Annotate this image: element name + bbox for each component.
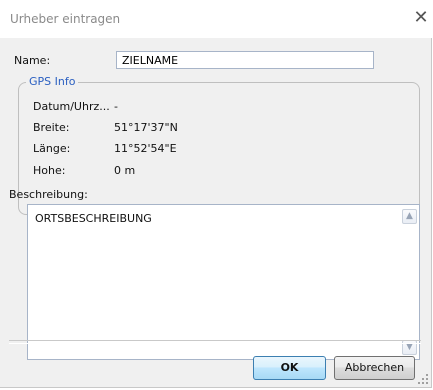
dialog-body: Name: GPS Info Datum/Uhrz... - Breite: 5…: [0, 38, 432, 388]
close-icon[interactable]: ✕: [412, 8, 430, 28]
cancel-button[interactable]: Abbrechen: [334, 356, 415, 380]
gps-info-legend: GPS Info: [26, 75, 79, 88]
gps-altitude-value: 0 m: [114, 164, 136, 177]
description-scrollbar[interactable]: ▲ ▼: [401, 206, 418, 358]
ok-button[interactable]: OK: [253, 356, 326, 380]
gps-latitude-value: 51°17'37"N: [114, 121, 178, 134]
gps-longitude-value: 11°52'54"E: [114, 142, 177, 155]
description-text: ORTSBESCHREIBUNG: [35, 212, 152, 225]
name-input[interactable]: [116, 51, 374, 69]
description-textarea[interactable]: ORTSBESCHREIBUNG ▲ ▼: [27, 204, 420, 360]
gps-latitude-label: Breite:: [33, 121, 70, 134]
gps-date-label: Datum/Uhrz...: [33, 100, 110, 113]
window-title: Urheber eintragen: [10, 12, 121, 26]
description-label: Beschreibung:: [9, 188, 88, 201]
resize-grip-icon[interactable]: [417, 373, 429, 385]
name-label: Name:: [14, 54, 51, 67]
scroll-up-arrow-icon[interactable]: ▲: [402, 209, 417, 224]
gps-date-value: -: [114, 100, 118, 113]
title-bar: Urheber eintragen ✕: [0, 0, 433, 38]
button-separator: [9, 340, 421, 344]
dialog-window: Urheber eintragen ✕ Name: GPS Info Datum…: [0, 0, 433, 390]
gps-longitude-label: Länge:: [33, 142, 71, 155]
gps-altitude-label: Hohe:: [33, 164, 66, 177]
